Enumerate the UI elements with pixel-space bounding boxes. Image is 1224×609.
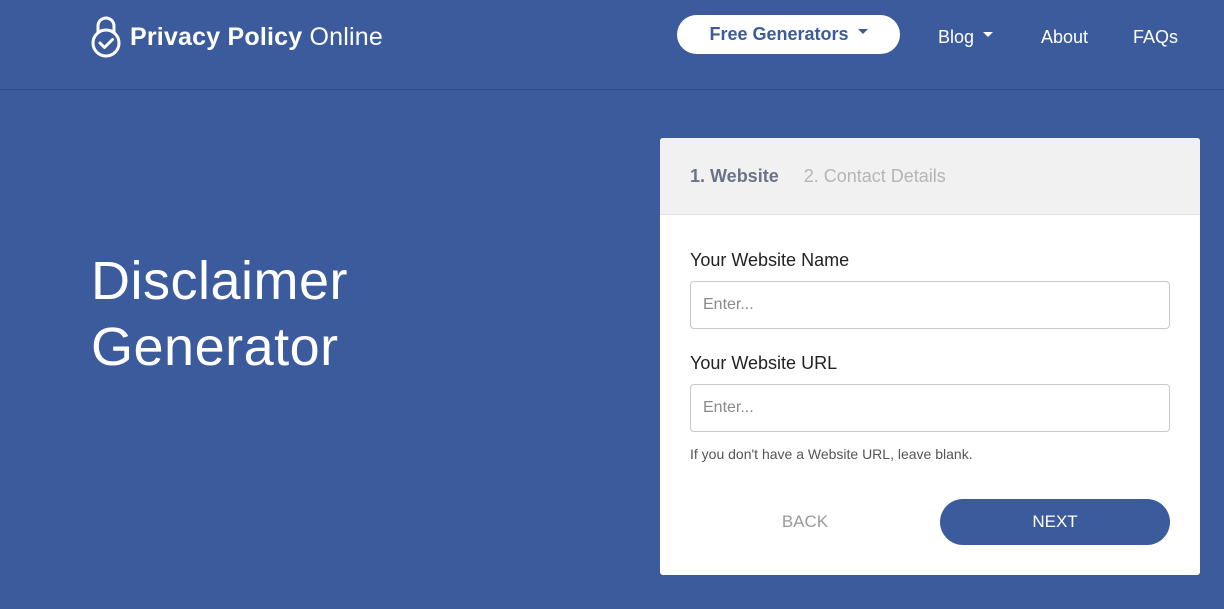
website-name-label: Your Website Name — [690, 250, 850, 270]
website-url-label: Your Website URL — [690, 353, 838, 373]
faqs-label: FAQs — [1133, 26, 1179, 47]
page-title-line2: Generator — [91, 317, 339, 377]
free-generators-dropdown[interactable]: Free Generators — [677, 15, 900, 54]
back-button[interactable]: BACK — [690, 499, 920, 545]
padlock-check-icon — [91, 16, 121, 58]
about-label: About — [1041, 26, 1089, 47]
brand-name-bold: Privacy Policy — [130, 22, 303, 51]
site-logo-link[interactable]: Privacy Policy Online — [90, 14, 383, 60]
chevron-down-icon — [983, 31, 994, 37]
step-website: 1. Website — [690, 165, 779, 186]
website-url-input[interactable] — [690, 384, 1170, 432]
free-generators-label: Free Generators — [709, 24, 849, 44]
page-title-line1: Disclaimer — [91, 251, 349, 311]
top-navbar: Privacy Policy Online Free Generators Bl… — [0, 0, 1224, 90]
form-steps-header: 1. Website 2. Contact Details — [660, 138, 1200, 215]
page-title: Disclaimer Generator — [91, 248, 348, 380]
website-url-help-text: If you don't have a Website URL, leave b… — [690, 446, 973, 462]
brand-name-light: Online — [309, 22, 383, 51]
faqs-link[interactable]: FAQs — [1133, 25, 1178, 49]
blog-dropdown[interactable]: Blog — [938, 25, 994, 49]
website-name-input[interactable] — [690, 281, 1170, 329]
step-contact-details: 2. Contact Details — [803, 165, 946, 186]
blog-label: Blog — [938, 26, 975, 47]
about-link[interactable]: About — [1041, 25, 1088, 49]
generator-form-card: 1. Website 2. Contact Details Your Websi… — [660, 138, 1200, 575]
chevron-down-icon — [857, 29, 868, 34]
brand-name: Privacy Policy Online — [130, 23, 383, 52]
next-button[interactable]: NEXT — [940, 499, 1170, 545]
